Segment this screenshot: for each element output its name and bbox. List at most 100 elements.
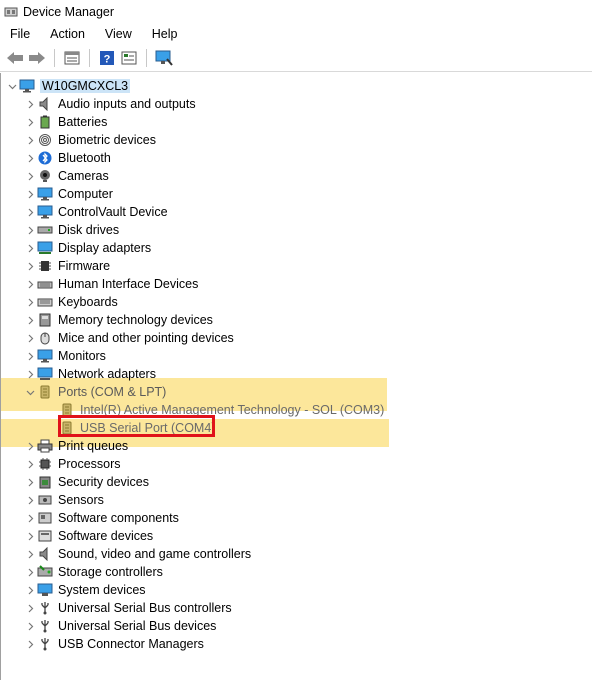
chevron-right-icon[interactable] (23, 455, 37, 473)
chevron-right-icon[interactable] (23, 275, 37, 293)
chevron-right-icon[interactable] (23, 131, 37, 149)
computer-icon (19, 78, 35, 94)
tree-item-biometric-devices[interactable]: Biometric devices (23, 131, 156, 149)
tree-item-universal-serial-bus-devices[interactable]: Universal Serial Bus devices (23, 617, 216, 635)
properties-icon[interactable] (61, 47, 83, 69)
back-arrow-icon[interactable] (4, 47, 26, 69)
menu-action[interactable]: Action (40, 24, 95, 44)
chevron-right-icon[interactable] (23, 527, 37, 545)
chevron-right-icon[interactable] (23, 437, 37, 455)
fingerprint-icon (37, 132, 53, 148)
storage-icon (37, 564, 53, 580)
chevron-right-icon[interactable] (23, 509, 37, 527)
chevron-right-icon[interactable] (23, 113, 37, 131)
tree-item-label: Batteries (58, 115, 108, 129)
tree-item-security-devices[interactable]: Security devices (23, 473, 149, 491)
security-icon (37, 474, 53, 490)
tree-item-software-components[interactable]: Software components (23, 509, 179, 527)
tree-item-controlvault-device[interactable]: ControlVault Device (23, 203, 168, 221)
tree-item-firmware[interactable]: Firmware (23, 257, 110, 275)
device-view-icon[interactable] (118, 47, 140, 69)
chevron-right-icon[interactable] (23, 95, 37, 113)
tree-item-print-queues[interactable]: Print queues (23, 437, 128, 455)
tree-item-mice-and-other-pointing-devices[interactable]: Mice and other pointing devices (23, 329, 234, 347)
chevron-down-icon[interactable] (5, 77, 19, 95)
chevron-right-icon[interactable] (23, 185, 37, 203)
tree-item-label: Sensors (58, 493, 104, 507)
tree-item-display-adapters[interactable]: Display adapters (23, 239, 151, 257)
tree-item-audio-inputs-and-outputs[interactable]: Audio inputs and outputs (23, 95, 196, 113)
tree-item-processors[interactable]: Processors (23, 455, 121, 473)
chevron-right-icon[interactable] (23, 545, 37, 563)
menu-help[interactable]: Help (142, 24, 188, 44)
tree-item-storage-controllers[interactable]: Storage controllers (23, 563, 163, 581)
tree-item-network-adapters[interactable]: Network adapters (23, 365, 156, 383)
tree-item-label: Software devices (58, 529, 154, 543)
chevron-right-icon[interactable] (23, 581, 37, 599)
help-icon[interactable]: ? (96, 47, 118, 69)
tree-item-usb-connector-managers[interactable]: USB Connector Managers (23, 635, 204, 653)
tree-item-system-devices[interactable]: System devices (23, 581, 146, 599)
chevron-down-icon[interactable] (23, 383, 37, 401)
toolbar-separator (54, 48, 55, 67)
chevron-right-icon[interactable] (23, 239, 37, 257)
chevron-right-icon[interactable] (23, 617, 37, 635)
menu-view[interactable]: View (95, 24, 142, 44)
chevron-right-icon[interactable] (23, 257, 37, 275)
chevron-right-icon[interactable] (23, 221, 37, 239)
window-title: Device Manager (23, 5, 115, 19)
tree-item-sound-video-and-game-controllers[interactable]: Sound, video and game controllers (23, 545, 251, 563)
tree-item-disk-drives[interactable]: Disk drives (23, 221, 119, 239)
menu-file[interactable]: File (0, 24, 40, 44)
tree-item-sensors[interactable]: Sensors (23, 491, 104, 509)
tree-item-universal-serial-bus-controllers[interactable]: Universal Serial Bus controllers (23, 599, 232, 617)
tree-item-cameras[interactable]: Cameras (23, 167, 109, 185)
printer-icon (37, 438, 53, 454)
tree-item-label: Processors (58, 457, 121, 471)
tree-item-label: Disk drives (58, 223, 120, 237)
title-bar: Device Manager (0, 0, 592, 24)
chevron-right-icon[interactable] (23, 635, 37, 653)
chevron-right-icon[interactable] (23, 329, 37, 347)
tree-item-label: Biometric devices (58, 133, 156, 147)
chevron-right-icon[interactable] (23, 365, 37, 383)
tree-item-memory-technology-devices[interactable]: Memory technology devices (23, 311, 213, 329)
chevron-right-icon[interactable] (23, 203, 37, 221)
speaker-icon (37, 96, 53, 112)
tree-item-monitors[interactable]: Monitors (23, 347, 106, 365)
tree-item-label: Memory technology devices (58, 313, 213, 327)
camera-icon (37, 168, 53, 184)
tree-root[interactable]: W10GMCXCL3 (5, 77, 131, 95)
tree-item-label: Human Interface Devices (58, 277, 199, 291)
tree-item-label: Bluetooth (58, 151, 111, 165)
chevron-right-icon[interactable] (23, 347, 37, 365)
chevron-right-icon[interactable] (23, 599, 37, 617)
mouse-icon (37, 330, 53, 346)
tree-item-batteries[interactable]: Batteries (23, 113, 107, 131)
tree-item-software-devices[interactable]: Software devices (23, 527, 153, 545)
chevron-right-icon[interactable] (23, 167, 37, 185)
forward-arrow-icon[interactable] (26, 47, 48, 69)
tree-item-bluetooth[interactable]: Bluetooth (23, 149, 111, 167)
tree-item-label: Storage controllers (58, 565, 163, 579)
software-component-icon (37, 510, 53, 526)
tree-item-human-interface-devices[interactable]: Human Interface Devices (23, 275, 198, 293)
tree-item-label: Software components (58, 511, 179, 525)
chevron-right-icon[interactable] (23, 293, 37, 311)
device-tree[interactable]: W10GMCXCL3 Audio inputs and outputs Batter… (0, 73, 592, 680)
chevron-right-icon[interactable] (23, 149, 37, 167)
tree-item-label: Audio inputs and outputs (58, 97, 196, 111)
keyboard-icon (37, 294, 53, 310)
usb-icon (37, 600, 53, 616)
hid-icon (37, 276, 53, 292)
tree-item-keyboards[interactable]: Keyboards (23, 293, 118, 311)
tree-item-label: USB Connector Managers (58, 637, 204, 651)
chevron-right-icon[interactable] (23, 473, 37, 491)
tree-item-computer[interactable]: Computer (23, 185, 113, 203)
chevron-right-icon[interactable] (23, 563, 37, 581)
chevron-right-icon[interactable] (23, 311, 37, 329)
tree-item-ports-com-lpt[interactable]: Ports (COM & LPT) (23, 383, 166, 401)
tree-item-label: Universal Serial Bus devices (58, 619, 217, 633)
scan-hardware-icon[interactable] (153, 47, 175, 69)
chevron-right-icon[interactable] (23, 491, 37, 509)
